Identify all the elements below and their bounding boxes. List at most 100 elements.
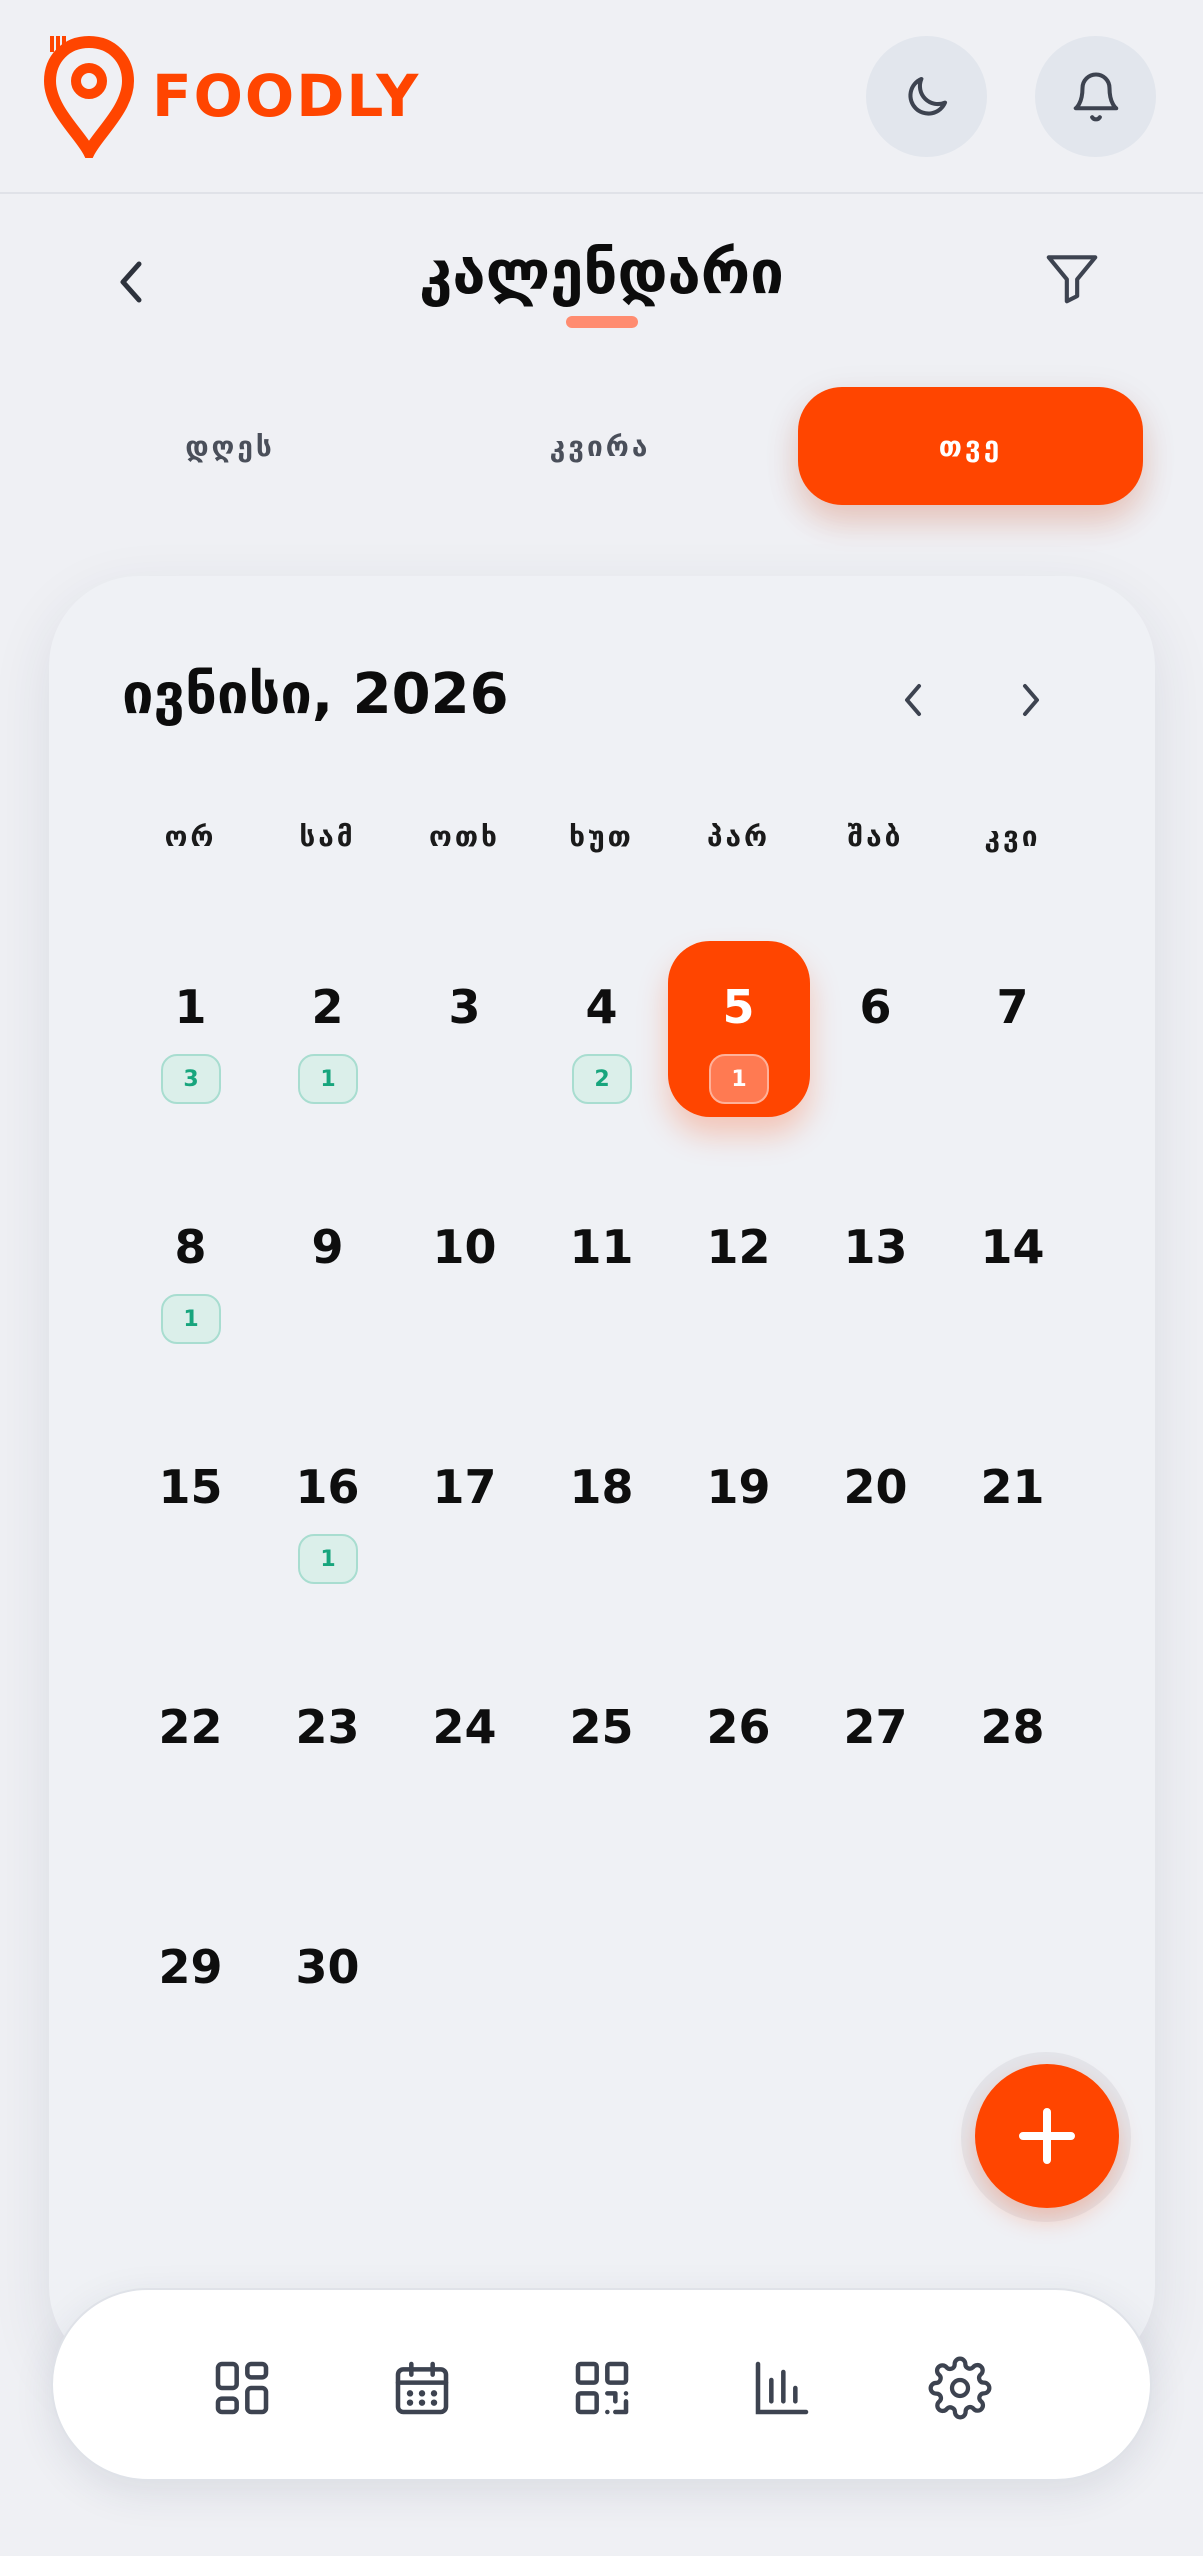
calendar-day[interactable]: 22: [122, 1700, 259, 1880]
calendar-day[interactable]: 27: [807, 1700, 944, 1880]
calendar-day[interactable]: 25: [533, 1700, 670, 1880]
weekday-label: კვი: [984, 820, 1041, 853]
moon-icon: [907, 76, 947, 116]
qr-code-icon: [575, 2361, 629, 2415]
weekday-label: შაბ: [847, 820, 904, 853]
brand-name: FOODLY: [152, 62, 421, 130]
day-number: 4: [585, 980, 618, 1034]
day-number: 17: [432, 1460, 497, 1514]
calendar-day[interactable]: 16 1: [259, 1460, 396, 1640]
app-logo: FOODLY: [44, 34, 420, 158]
day-number: 23: [295, 1700, 360, 1754]
day-number: 15: [158, 1460, 223, 1514]
calendar-icon: [395, 2361, 449, 2415]
settings-icon: [928, 2356, 992, 2420]
chevron-left-icon: [905, 684, 921, 716]
day-number: 9: [311, 1220, 344, 1274]
day-number: 5: [722, 980, 755, 1034]
previous-month-button[interactable]: [893, 676, 933, 724]
day-number: 1: [174, 980, 207, 1034]
day-number: 29: [158, 1940, 223, 1994]
calendar-day[interactable]: 12: [670, 1220, 807, 1400]
calendar-day[interactable]: 14: [944, 1220, 1081, 1400]
dashboard-icon: [215, 2361, 269, 2415]
filter-icon: [1046, 255, 1098, 304]
day-number: 28: [980, 1700, 1045, 1754]
calendar-day[interactable]: 3: [396, 980, 533, 1160]
top-bar: FOODLY: [0, 0, 1203, 194]
bar-chart-icon: [755, 2361, 809, 2415]
page-title: კალენდარი: [419, 238, 784, 308]
calendar-day[interactable]: 13: [807, 1220, 944, 1400]
nav-dashboard[interactable]: [210, 2356, 274, 2420]
calendar-day[interactable]: 15: [122, 1460, 259, 1640]
nav-statistics[interactable]: [750, 2356, 814, 2420]
day-number: 26: [706, 1700, 771, 1754]
calendar-day[interactable]: 19: [670, 1460, 807, 1640]
calendar-day[interactable]: 24: [396, 1700, 533, 1880]
day-number: 10: [432, 1220, 497, 1274]
day-number: 16: [295, 1460, 360, 1514]
calendar-day[interactable]: 30: [259, 1940, 396, 2120]
day-number: 22: [158, 1700, 223, 1754]
add-button[interactable]: [975, 2064, 1119, 2208]
weekday-label: ოთხ: [429, 820, 500, 853]
calendar-day[interactable]: 20: [807, 1460, 944, 1640]
chevron-right-icon: [1023, 684, 1039, 716]
calendar-day[interactable]: 28: [944, 1700, 1081, 1880]
day-number: 25: [569, 1700, 634, 1754]
event-count-badge: 2: [572, 1054, 632, 1104]
event-count-badge: 1: [161, 1294, 221, 1344]
day-number: 21: [980, 1460, 1045, 1514]
day-number: 12: [706, 1220, 771, 1274]
weekday-label: სამ: [299, 820, 356, 853]
calendar-day[interactable]: 42: [533, 980, 670, 1160]
day-number: 11: [569, 1220, 634, 1274]
title-underline: [566, 316, 638, 328]
calendar-day[interactable]: 11: [533, 1220, 670, 1400]
day-number: 30: [295, 1940, 360, 1994]
weekday-label: პარ: [706, 820, 771, 853]
calendar-day[interactable]: 18: [533, 1460, 670, 1640]
calendar-day[interactable]: 51: [668, 941, 810, 1160]
calendar-day[interactable]: 10: [396, 1220, 533, 1400]
day-number: 6: [859, 980, 892, 1034]
day-number: 18: [569, 1460, 634, 1514]
day-number: 20: [843, 1460, 908, 1514]
nav-calendar[interactable]: [390, 2356, 454, 2420]
location-pin-logo-icon: [44, 35, 134, 158]
day-number: 8: [174, 1220, 207, 1274]
calendar-day[interactable]: 13: [122, 980, 259, 1160]
event-count-badge: 3: [161, 1054, 221, 1104]
calendar-day[interactable]: 26: [670, 1700, 807, 1880]
event-count-badge: 1: [298, 1534, 358, 1584]
day-number: 19: [706, 1460, 771, 1514]
calendar-day[interactable]: 9: [259, 1220, 396, 1400]
next-month-button[interactable]: [1011, 676, 1051, 724]
calendar-day[interactable]: 29: [122, 1940, 259, 2120]
calendar-day[interactable]: 7: [944, 980, 1081, 1160]
tab-day[interactable]: დღეს: [55, 387, 405, 505]
weekday-label: ხუთ: [569, 820, 634, 853]
nav-qr-scanner[interactable]: [570, 2356, 634, 2420]
day-number: 24: [432, 1700, 497, 1754]
page-header: კალენდარი: [0, 230, 1203, 340]
plus-icon: [1019, 2108, 1075, 2164]
tab-week[interactable]: კვირა: [425, 387, 775, 505]
calendar-day[interactable]: 81: [122, 1220, 259, 1400]
nav-settings[interactable]: [928, 2356, 992, 2420]
filter-button[interactable]: [1040, 246, 1104, 310]
calendar-day[interactable]: 23: [259, 1700, 396, 1880]
calendar-day[interactable]: 6: [807, 980, 944, 1160]
day-number: 13: [843, 1220, 908, 1274]
tab-month[interactable]: თვე: [798, 387, 1143, 505]
event-count-badge: 1: [709, 1054, 769, 1104]
notifications-button[interactable]: [1035, 36, 1156, 157]
theme-toggle-button[interactable]: [866, 36, 987, 157]
calendar-day[interactable]: 21: [259, 980, 396, 1160]
calendar-day[interactable]: 21: [944, 1460, 1081, 1640]
calendar-day[interactable]: 17: [396, 1460, 533, 1640]
weekday-label: ორ: [164, 820, 217, 853]
day-number: 2: [311, 980, 344, 1034]
day-number: 7: [996, 980, 1029, 1034]
